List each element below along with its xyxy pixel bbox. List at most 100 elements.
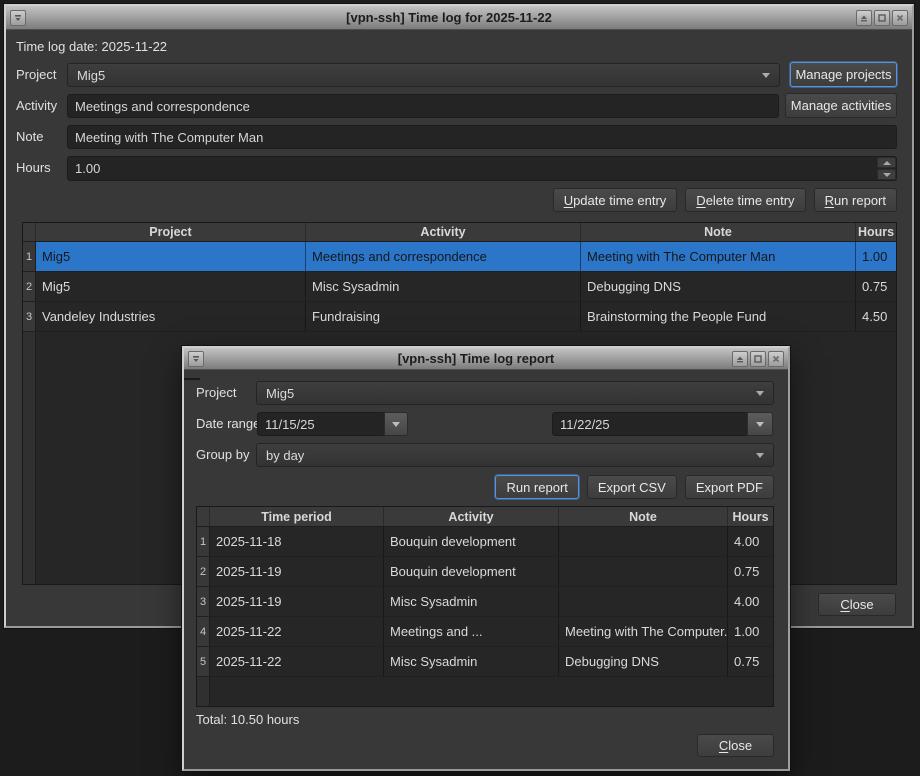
cell-note (559, 527, 728, 556)
close-button[interactable]: Close (818, 593, 896, 616)
cell-time-period: 2025-11-18 (210, 527, 384, 556)
chevron-down-icon (756, 422, 764, 427)
date-to-input[interactable] (552, 412, 748, 436)
close-accesskey: C (840, 597, 849, 612)
group-by-combo[interactable]: by day (256, 443, 774, 467)
report-project-combo[interactable]: Mig5 (256, 381, 774, 405)
maximize-icon[interactable] (874, 10, 890, 26)
cell-note: Debugging DNS (581, 272, 856, 301)
run-label: un report (834, 193, 886, 208)
hours-input[interactable] (67, 156, 897, 181)
dialog-titlebar[interactable]: [vpn-ssh] Time log report (184, 348, 788, 370)
cell-hours: 0.75 (856, 272, 896, 301)
table-row[interactable]: 2 Mig5 Misc Sysadmin Debugging DNS 0.75 (23, 272, 896, 302)
date-from-input[interactable] (257, 412, 385, 436)
chevron-down-icon (756, 453, 764, 458)
row-number: 2 (197, 557, 210, 586)
date-from-dropdown-button[interactable] (384, 412, 408, 436)
window-menu-icon[interactable] (188, 351, 204, 367)
header-rownum[interactable] (197, 507, 210, 526)
cell-note (559, 557, 728, 586)
report-table-row[interactable]: 4 2025-11-22 Meetings and ... Meeting wi… (197, 617, 773, 647)
time-log-date-label: Time log date: 2025-11-22 (16, 35, 167, 59)
report-project-combo-value: Mig5 (266, 386, 294, 401)
run-accesskey: R (825, 193, 834, 208)
window-menu-icon[interactable] (10, 10, 26, 26)
close-label: lose (850, 597, 874, 612)
activity-input[interactable] (67, 94, 779, 118)
export-csv-button[interactable]: Export CSV (587, 475, 677, 499)
cell-hours: 0.75 (728, 557, 773, 586)
table-row-selected[interactable]: 1 Mig5 Meetings and correspondence Meeti… (23, 242, 896, 272)
cell-time-period: 2025-11-19 (210, 587, 384, 616)
note-input[interactable] (67, 125, 897, 149)
date-to-dropdown-button[interactable] (747, 412, 773, 436)
window-title: [vpn-ssh] Time log for 2025-11-22 (50, 6, 848, 29)
cell-time-period: 2025-11-22 (210, 647, 384, 676)
table-empty-area (197, 677, 773, 706)
cell-note: Meeting with The Computer Man (581, 242, 856, 271)
close-accesskey: C (719, 738, 728, 753)
cell-activity: Misc Sysadmin (384, 647, 559, 676)
report-table: Time period Activity Note Hours 1 2025-1… (196, 506, 774, 707)
header-rownum[interactable] (23, 223, 36, 241)
export-pdf-button[interactable]: Export PDF (685, 475, 774, 499)
spin-down-icon[interactable] (877, 169, 896, 180)
cell-hours: 4.50 (856, 302, 896, 331)
update-accesskey: U (564, 193, 573, 208)
header-project[interactable]: Project (36, 223, 306, 241)
cell-note: Meeting with The Computer... (559, 617, 728, 646)
run-report-button[interactable]: Run report (814, 188, 897, 212)
row-number: 5 (197, 647, 210, 676)
cell-activity: Bouquin development (384, 557, 559, 586)
shade-icon[interactable] (732, 351, 748, 367)
spin-up-icon[interactable] (877, 157, 896, 168)
header-note[interactable]: Note (581, 223, 856, 241)
close-icon[interactable] (768, 351, 784, 367)
report-table-row[interactable]: 3 2025-11-19 Misc Sysadmin 4.00 (197, 587, 773, 617)
manage-activities-button[interactable]: Manage activities (785, 93, 897, 118)
date-range-label: Date range (196, 412, 260, 436)
close-icon[interactable] (892, 10, 908, 26)
row-number: 3 (23, 302, 36, 331)
header-activity[interactable]: Activity (384, 507, 559, 526)
cell-activity: Bouquin development (384, 527, 559, 556)
total-hours-label: Total: 10.50 hours (196, 708, 299, 732)
dialog-run-report-button[interactable]: Run report (495, 475, 578, 499)
table-row[interactable]: 3 Vandeley Industries Fundraising Brains… (23, 302, 896, 332)
maximize-icon[interactable] (750, 351, 766, 367)
hours-spinner (67, 156, 897, 181)
cell-project: Vandeley Industries (36, 302, 306, 331)
report-table-row[interactable]: 1 2025-11-18 Bouquin development 4.00 (197, 527, 773, 557)
delete-accesskey: D (696, 193, 705, 208)
chevron-down-icon (392, 422, 400, 427)
dialog-title: [vpn-ssh] Time log report (228, 348, 724, 369)
cell-note: Debugging DNS (559, 647, 728, 676)
project-combo-value: Mig5 (77, 68, 105, 83)
cell-hours: 4.00 (728, 587, 773, 616)
header-hours[interactable]: Hours (856, 223, 896, 241)
cell-activity: Misc Sysadmin (384, 587, 559, 616)
chevron-down-icon (756, 391, 764, 396)
report-table-row[interactable]: 5 2025-11-22 Misc Sysadmin Debugging DNS… (197, 647, 773, 677)
shade-icon[interactable] (856, 10, 872, 26)
report-project-label: Project (196, 381, 236, 405)
titlebar[interactable]: [vpn-ssh] Time log for 2025-11-22 (6, 6, 912, 30)
report-table-row[interactable]: 2 2025-11-19 Bouquin development 0.75 (197, 557, 773, 587)
manage-projects-button[interactable]: Manage projects (790, 62, 897, 87)
header-note[interactable]: Note (559, 507, 728, 526)
delete-time-entry-button[interactable]: Delete time entry (685, 188, 805, 212)
update-time-entry-button[interactable]: Update time entry (553, 188, 678, 212)
project-label: Project (16, 63, 56, 87)
header-hours[interactable]: Hours (728, 507, 773, 526)
project-combo[interactable]: Mig5 (67, 63, 780, 87)
header-time-period[interactable]: Time period (210, 507, 384, 526)
cell-hours: 1.00 (856, 242, 896, 271)
report-dialog: [vpn-ssh] Time log report Project Mig5 D… (182, 346, 790, 771)
hours-label: Hours (16, 156, 51, 180)
dialog-close-button[interactable]: Close (697, 734, 774, 757)
update-label: pdate time entry (573, 193, 666, 208)
cell-activity: Meetings and ... (384, 617, 559, 646)
header-activity[interactable]: Activity (306, 223, 581, 241)
row-number: 1 (197, 527, 210, 556)
